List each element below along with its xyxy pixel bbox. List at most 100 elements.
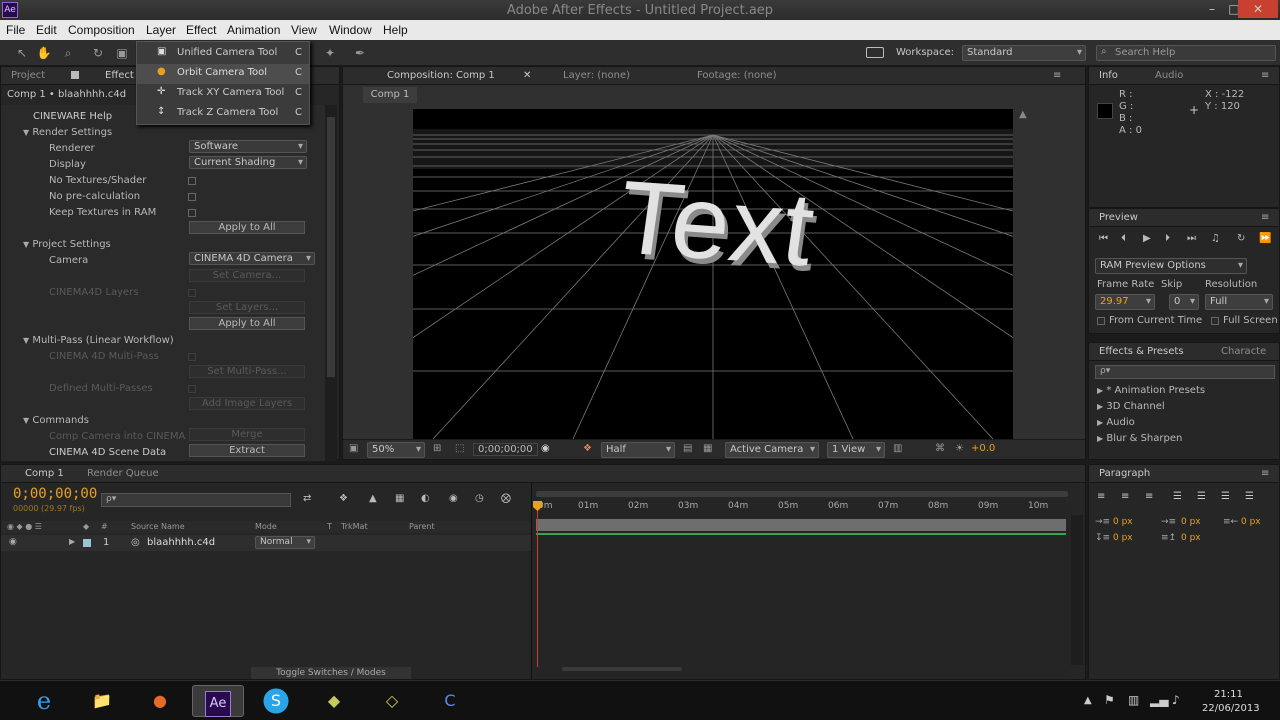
- last-frame-icon[interactable]: ⏭: [1187, 233, 1196, 244]
- preset-item-3d-channel[interactable]: ▶ 3D Channel: [1097, 401, 1165, 412]
- align-right-icon[interactable]: ≡: [1145, 491, 1153, 502]
- effects-search-field[interactable]: ρ▾: [1095, 365, 1275, 379]
- audio-icon[interactable]: ♫: [1211, 233, 1220, 244]
- workspace-select[interactable]: Standard: [962, 45, 1086, 61]
- preset-item-animation[interactable]: ▶ * Animation Presets: [1097, 385, 1205, 396]
- menu-effect[interactable]: Effect: [186, 23, 216, 37]
- menu-item-track-xy-camera[interactable]: ✛ Track XY Camera Tool C: [137, 84, 309, 104]
- shy-layers-icon[interactable]: ▲: [369, 493, 377, 504]
- tab-composition[interactable]: Composition: Comp 1: [387, 70, 495, 81]
- clock-time[interactable]: 21:11: [1214, 689, 1243, 700]
- cinema4d-icon[interactable]: C: [424, 685, 476, 717]
- flowchart-icon[interactable]: ⌘: [935, 443, 945, 454]
- network-icon[interactable]: ▂▄: [1150, 693, 1168, 707]
- layer-expand-icon[interactable]: ▶: [69, 537, 75, 546]
- tab-layer[interactable]: Layer: (none): [563, 70, 630, 81]
- brainstorm-icon[interactable]: ◉: [449, 493, 458, 504]
- file-explorer-icon[interactable]: 📁: [76, 685, 128, 717]
- auto-keyframe-icon[interactable]: ◷: [475, 493, 484, 504]
- zoom-tool-icon[interactable]: ⌕: [60, 45, 76, 61]
- menu-animation[interactable]: Animation: [227, 23, 280, 37]
- tab-paragraph[interactable]: Paragraph: [1099, 468, 1150, 479]
- exposure-icon[interactable]: ☀: [955, 443, 964, 454]
- frame-rate-select[interactable]: 29.97: [1095, 294, 1155, 310]
- comp-subtab[interactable]: Comp 1: [363, 87, 417, 103]
- rotate-tool-icon[interactable]: ↻: [90, 45, 106, 61]
- menu-item-track-z-camera[interactable]: ↕ Track Z Camera Tool C: [137, 104, 309, 124]
- menu-view[interactable]: View: [291, 23, 317, 37]
- skip-select[interactable]: 0: [1169, 294, 1199, 310]
- frame-blending-icon[interactable]: ▦: [395, 493, 404, 504]
- comp-mini-flowchart-icon[interactable]: ⇄: [303, 493, 311, 504]
- flag-icon[interactable]: ⚑: [1104, 693, 1115, 707]
- hand-tool-icon[interactable]: ✋: [36, 45, 52, 61]
- current-time-display[interactable]: 0;00;00;00: [13, 486, 97, 502]
- left-panel-scrollbar[interactable]: [325, 105, 337, 461]
- first-frame-icon[interactable]: ⏮: [1099, 233, 1108, 244]
- next-frame-icon[interactable]: ⏵: [1165, 233, 1170, 244]
- menu-edit[interactable]: Edit: [36, 23, 57, 37]
- space-after-value[interactable]: 0 px: [1181, 533, 1201, 543]
- menu-window[interactable]: Window: [329, 23, 372, 37]
- space-before-value[interactable]: 0 px: [1113, 533, 1133, 543]
- layer-visibility-icon[interactable]: ◉: [9, 537, 17, 547]
- layer-mode-select[interactable]: Normal: [255, 536, 315, 549]
- panel-menu-icon[interactable]: ≡: [1053, 70, 1061, 81]
- motion-blur-icon[interactable]: ◐: [421, 493, 430, 504]
- grid-guides-icon[interactable]: ⊞: [433, 443, 441, 454]
- project-settings-group[interactable]: ▼ Project Settings: [23, 239, 111, 250]
- ram-preview-options-select[interactable]: RAM Preview Options: [1095, 258, 1247, 274]
- layer-duration-bar[interactable]: [536, 519, 1066, 531]
- internet-explorer-icon[interactable]: e: [18, 685, 70, 717]
- tab-audio[interactable]: Audio: [1155, 70, 1183, 81]
- camera-tool-icon[interactable]: ▣: [114, 45, 130, 61]
- renderer-select[interactable]: Software: [189, 140, 307, 153]
- tab-comp1[interactable]: Comp 1: [25, 468, 64, 479]
- app-icon-2[interactable]: ◇: [366, 685, 418, 717]
- loop-icon[interactable]: ↻: [1237, 233, 1245, 244]
- comp-viewer-scroll-up[interactable]: ▲: [1019, 109, 1029, 120]
- cineware-help-link[interactable]: CINEWARE Help: [33, 111, 112, 122]
- toggle-switches-modes-button[interactable]: Toggle Switches / Modes: [251, 667, 411, 679]
- display-select[interactable]: Current Shading: [189, 156, 307, 169]
- comp-tab-close-icon[interactable]: ✕: [523, 70, 531, 81]
- preview-panel-menu-icon[interactable]: ≡: [1261, 212, 1269, 223]
- fast-preview-icon[interactable]: ▤: [683, 443, 692, 454]
- justify-right-icon[interactable]: ☰: [1221, 491, 1230, 502]
- commands-group[interactable]: ▼ Commands: [23, 415, 89, 426]
- app-icon-1[interactable]: ◆: [308, 685, 360, 717]
- indent-left-value[interactable]: 0 px: [1113, 517, 1133, 527]
- extract-button[interactable]: Extract: [189, 444, 305, 457]
- layer-label-color[interactable]: [83, 539, 91, 547]
- column-source-name[interactable]: Source Name: [131, 522, 185, 531]
- active-camera-select[interactable]: Active Camera: [725, 442, 819, 458]
- pin-tool-icon[interactable]: ✒: [352, 45, 368, 61]
- tab-character[interactable]: Characte: [1221, 346, 1266, 357]
- paragraph-panel-menu-icon[interactable]: ≡: [1261, 468, 1269, 479]
- exposure-value[interactable]: +0.0: [971, 443, 995, 454]
- from-current-checkbox[interactable]: [1097, 317, 1105, 325]
- close-button[interactable]: ✕: [1238, 0, 1278, 18]
- preset-item-blur[interactable]: ▶ Blur & Sharpen: [1097, 433, 1182, 444]
- transparency-grid-icon[interactable]: ▦: [703, 443, 712, 454]
- tray-arrow-icon[interactable]: ▲: [1084, 695, 1092, 706]
- align-center-icon[interactable]: ≡: [1121, 491, 1129, 502]
- device-icon[interactable]: ▥: [1128, 693, 1139, 707]
- volume-icon[interactable]: ♪: [1172, 693, 1180, 707]
- tab-project[interactable]: Project: [11, 70, 45, 81]
- layer-name[interactable]: blaahhhh.c4d: [147, 537, 215, 548]
- menu-layer[interactable]: Layer: [146, 23, 176, 37]
- tab-preview[interactable]: Preview: [1099, 212, 1138, 223]
- timeline-scrollbar[interactable]: [1071, 515, 1083, 665]
- puppet-tool-icon[interactable]: ✦: [322, 45, 338, 61]
- menu-item-orbit-camera[interactable]: ● Orbit Camera Tool C: [137, 64, 309, 84]
- indent-first-value[interactable]: 0 px: [1181, 517, 1201, 527]
- region-icon[interactable]: ⬚: [455, 443, 464, 454]
- tab-effect[interactable]: Effect: [105, 70, 134, 81]
- view-layout-select[interactable]: 1 View: [827, 442, 885, 458]
- after-effects-taskbar-button[interactable]: Ae: [192, 685, 244, 717]
- no-precalc-checkbox[interactable]: [188, 193, 196, 201]
- snapshot-icon[interactable]: ◉: [541, 443, 550, 454]
- menu-help[interactable]: Help: [383, 23, 408, 37]
- timeline-track-area[interactable]: 0m 01m 02m 03m 04m 05m 06m 07m 08m 09m 1…: [531, 483, 1071, 679]
